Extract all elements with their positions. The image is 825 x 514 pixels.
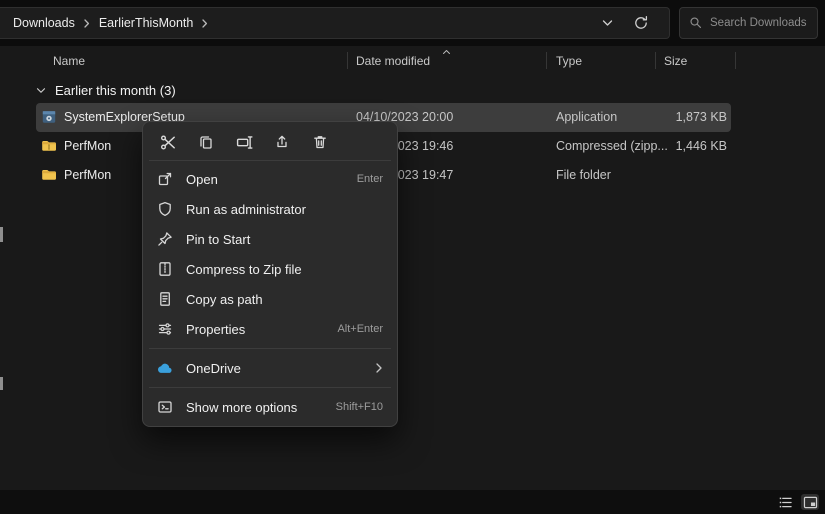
breadcrumb-item-downloads[interactable]: Downloads: [10, 14, 78, 32]
toolbar: Downloads EarlierThisMonth: [0, 7, 825, 40]
submenu-chevron-icon: [376, 363, 383, 373]
column-divider[interactable]: [546, 52, 547, 69]
details-view-button[interactable]: [776, 494, 794, 510]
folder-icon: [41, 167, 57, 183]
file-type: Compressed (zipp...: [556, 132, 668, 161]
copy-icon: [198, 134, 214, 150]
menu-divider: [149, 160, 391, 161]
group-label: Earlier this month (3): [55, 83, 176, 98]
file-size: 1,873 KB: [676, 103, 727, 132]
file-name: PerfMon: [64, 132, 111, 161]
menu-item-compress-to-zip[interactable]: Compress to Zip file: [147, 254, 393, 284]
file-name: PerfMon: [64, 161, 111, 190]
sort-ascending-icon: [442, 49, 451, 55]
shield-icon: [157, 201, 173, 217]
share-icon: [274, 134, 290, 150]
column-divider[interactable]: [347, 52, 348, 69]
details-view-icon: [778, 496, 793, 509]
menu-item-pin-to-start[interactable]: Pin to Start: [147, 224, 393, 254]
search-input[interactable]: [710, 17, 808, 29]
menu-divider: [149, 348, 391, 349]
chevron-down-icon[interactable]: [36, 87, 46, 94]
menu-item-show-more-options[interactable]: Show more options Shift+F10: [147, 392, 393, 422]
file-list-pane: Name Date modified Type Size Earlier thi…: [0, 46, 825, 490]
more-options-icon: [157, 399, 173, 415]
column-divider[interactable]: [735, 52, 736, 69]
menu-divider: [149, 387, 391, 388]
address-dropdown-icon[interactable]: [602, 19, 613, 27]
menu-item-copy-as-path[interactable]: Copy as path: [147, 284, 393, 314]
scissors-icon: [160, 134, 177, 151]
group-header-earlier-this-month[interactable]: Earlier this month (3): [36, 79, 176, 101]
status-bar: [0, 490, 825, 514]
rename-button[interactable]: [229, 128, 259, 156]
file-explorer-window: { "topbar": { "breadcrumb": ["Downloads"…: [0, 0, 825, 514]
file-type: File folder: [556, 161, 611, 190]
column-header-size[interactable]: Size: [664, 54, 687, 68]
column-header-name[interactable]: Name: [53, 54, 85, 68]
column-header-type[interactable]: Type: [556, 54, 582, 68]
shortcut-label: Alt+Enter: [337, 323, 383, 335]
delete-button[interactable]: [305, 128, 335, 156]
share-button[interactable]: [267, 128, 297, 156]
quick-actions-row: [147, 126, 393, 158]
copy-button[interactable]: [191, 128, 221, 156]
properties-icon: [157, 321, 173, 337]
breadcrumb-chevron-icon: [202, 19, 208, 28]
menu-item-open[interactable]: Open Enter: [147, 164, 393, 194]
thumbnail-view-icon: [803, 496, 818, 509]
onedrive-cloud-icon: [157, 360, 173, 376]
search-icon: [689, 16, 703, 30]
thumbnail-view-button[interactable]: [801, 494, 819, 510]
address-bar[interactable]: Downloads EarlierThisMonth: [0, 7, 670, 39]
column-header-date-modified[interactable]: Date modified: [356, 54, 430, 68]
breadcrumb-chevron-icon: [84, 19, 90, 28]
menu-item-run-as-administrator[interactable]: Run as administrator: [147, 194, 393, 224]
copy-path-icon: [157, 291, 173, 307]
file-type: Application: [556, 103, 617, 132]
menu-item-properties[interactable]: Properties Alt+Enter: [147, 314, 393, 344]
refresh-icon[interactable]: [633, 15, 649, 31]
open-icon: [157, 171, 173, 187]
shortcut-label: Shift+F10: [336, 401, 383, 413]
search-box[interactable]: [679, 7, 818, 39]
cut-button[interactable]: [153, 128, 183, 156]
file-size: 1,446 KB: [676, 132, 727, 161]
nav-pane-fragment: [0, 227, 3, 242]
rename-icon: [236, 134, 253, 151]
zip-icon: [157, 261, 173, 277]
column-divider[interactable]: [655, 52, 656, 69]
trash-icon: [312, 134, 328, 150]
context-menu: Open Enter Run as administrator Pin to S…: [142, 121, 398, 427]
shortcut-label: Enter: [357, 173, 383, 185]
breadcrumb-item-earlierthismonth[interactable]: EarlierThisMonth: [96, 14, 196, 32]
application-icon: [41, 109, 57, 125]
nav-pane-fragment: [0, 377, 3, 390]
pin-icon: [157, 231, 173, 247]
zipped-folder-icon: [41, 138, 57, 154]
menu-item-onedrive[interactable]: OneDrive: [147, 353, 393, 383]
